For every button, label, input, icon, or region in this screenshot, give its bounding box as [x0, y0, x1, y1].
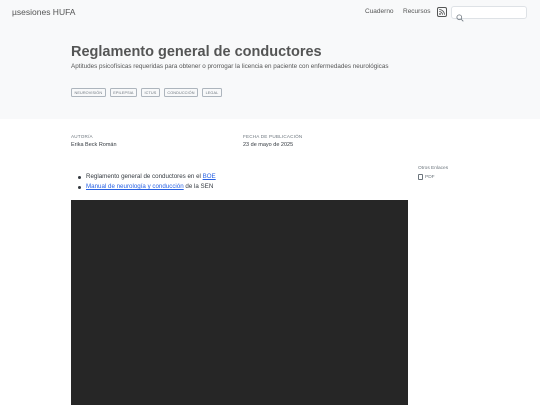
tag-epilepsia[interactable]: EPILEPSIA [109, 88, 138, 97]
title-banner [0, 26, 540, 119]
pdf-link[interactable]: PDF [418, 174, 435, 180]
tag-ictus[interactable]: ICTUS [141, 88, 160, 97]
file-pdf-icon [418, 174, 423, 180]
nav-cuaderno[interactable]: Cuaderno [365, 8, 394, 15]
tag-conduccion[interactable]: CONDUCCIÓN [163, 88, 199, 97]
search-input[interactable] [451, 6, 527, 22]
resource-list: Reglamento general de conductores en el … [78, 172, 216, 192]
nav-recursos[interactable]: Recursos [403, 8, 430, 15]
tag-neurovision[interactable]: NEUROVISIÓN [71, 88, 106, 97]
author-label: AUTOR/A [71, 134, 93, 139]
embedded-video[interactable] [71, 200, 408, 405]
list-item: Manual de neurología y conducción de la … [78, 182, 216, 192]
search-icon [456, 9, 464, 27]
page-subtitle: Aptitudes psicofísicas requeridas para o… [71, 63, 389, 70]
tag-list: NEUROVISIÓN EPILEPSIA ICTUS CONDUCCIÓN L… [71, 88, 222, 97]
item-text: Reglamento general de conductores en el [86, 173, 203, 180]
manual-link[interactable]: Manual de neurología y conducción [86, 183, 184, 190]
author-name: Erika Beck Román [71, 142, 117, 148]
boe-link[interactable]: BOE [203, 173, 216, 180]
list-item: Reglamento general de conductores en el … [78, 172, 216, 182]
page-title: Reglamento general de conductores [71, 44, 322, 60]
rss-icon[interactable] [437, 7, 447, 17]
item-text: de la SEN [183, 183, 214, 190]
pdf-label: PDF [425, 174, 435, 180]
date-label: FECHA DE PUBLICACIÓN [243, 134, 303, 139]
tag-legal[interactable]: LEGAL [202, 88, 222, 97]
top-navbar: µsesiones HUFA Cuaderno Recursos [0, 0, 540, 26]
publish-date: 23 de mayo de 2025 [243, 142, 294, 148]
other-links-title: Otros Enlaces [418, 166, 449, 171]
site-brand[interactable]: µsesiones HUFA [12, 7, 75, 17]
